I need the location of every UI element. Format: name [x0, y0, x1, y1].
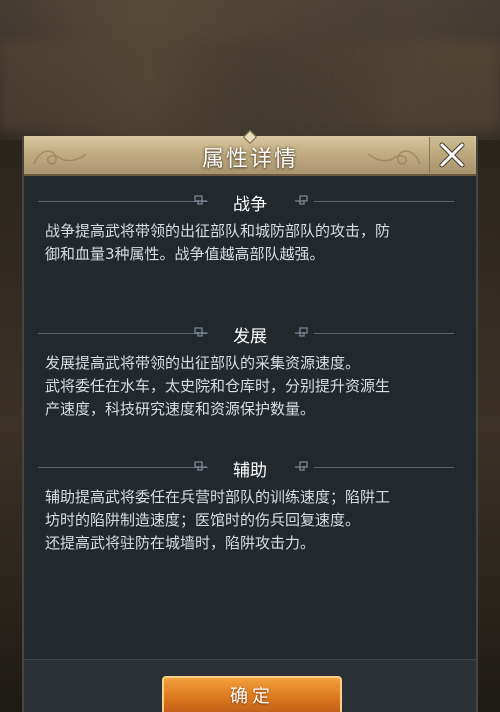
attribute-details-dialog: 属性详情 战争 战争提高武将带领的出征部队和城防部队的攻击，防 御和血量3种属性… [22, 129, 478, 712]
background-scene [0, 40, 500, 130]
close-icon[interactable] [439, 142, 465, 168]
confirm-button-label: 确定 [230, 686, 274, 707]
knot-ornament-icon [295, 327, 308, 337]
section-description: 发展提高武将带领的出征部队的采集资源速度。 武将委任在水车，太史院和仓库时，分别… [45, 352, 463, 421]
description-line: 还提高武将驻防在城墙时，陷阱攻击力。 [45, 534, 316, 552]
divider [314, 201, 454, 202]
knot-ornament-icon [295, 461, 308, 471]
section-title: 辅助 [233, 461, 267, 481]
description-line: 战争提高武将带领的出征部队和城防部队的攻击，防 [45, 222, 391, 240]
background-right-edge [478, 140, 500, 712]
close-button[interactable] [429, 137, 474, 173]
section-header-support: 辅助 [24, 456, 476, 481]
description-line: 御和血量3种属性。战争值越高部队越强。 [45, 245, 325, 263]
dialog-title: 属性详情 [201, 147, 298, 172]
description-line: 武将委任在水车，太史院和仓库时，分别提升资源生 [45, 377, 391, 395]
section-title: 战争 [233, 195, 267, 215]
description-line: 辅助提高武将委任在兵营时部队的训练速度；陷阱工 [45, 488, 391, 506]
confirm-button[interactable]: 确定 [162, 676, 342, 712]
section-description: 辅助提高武将委任在兵营时部队的训练速度；陷阱工 坊时的陷阱制造速度；医馆时的伤兵… [45, 486, 463, 555]
dialog-header: 属性详情 [24, 129, 476, 176]
section-description: 战争提高武将带领的出征部队和城防部队的攻击，防 御和血量3种属性。战争值越高部队… [45, 220, 463, 266]
divider [314, 467, 454, 468]
dialog-footer: 确定 [24, 659, 476, 712]
description-line: 产速度，科技研究速度和资源保护数量。 [45, 400, 316, 418]
background-left-edge [0, 140, 22, 712]
description-line: 发展提高武将带领的出征部队的采集资源速度。 [45, 354, 361, 372]
knot-ornament-icon [295, 195, 308, 205]
description-line: 坊时的陷阱制造速度；医馆时的伤兵回复速度。 [45, 511, 361, 529]
divider [314, 333, 454, 334]
section-header-development: 发展 [24, 322, 476, 347]
section-title: 发展 [233, 327, 267, 347]
section-header-war: 战争 [24, 190, 476, 215]
